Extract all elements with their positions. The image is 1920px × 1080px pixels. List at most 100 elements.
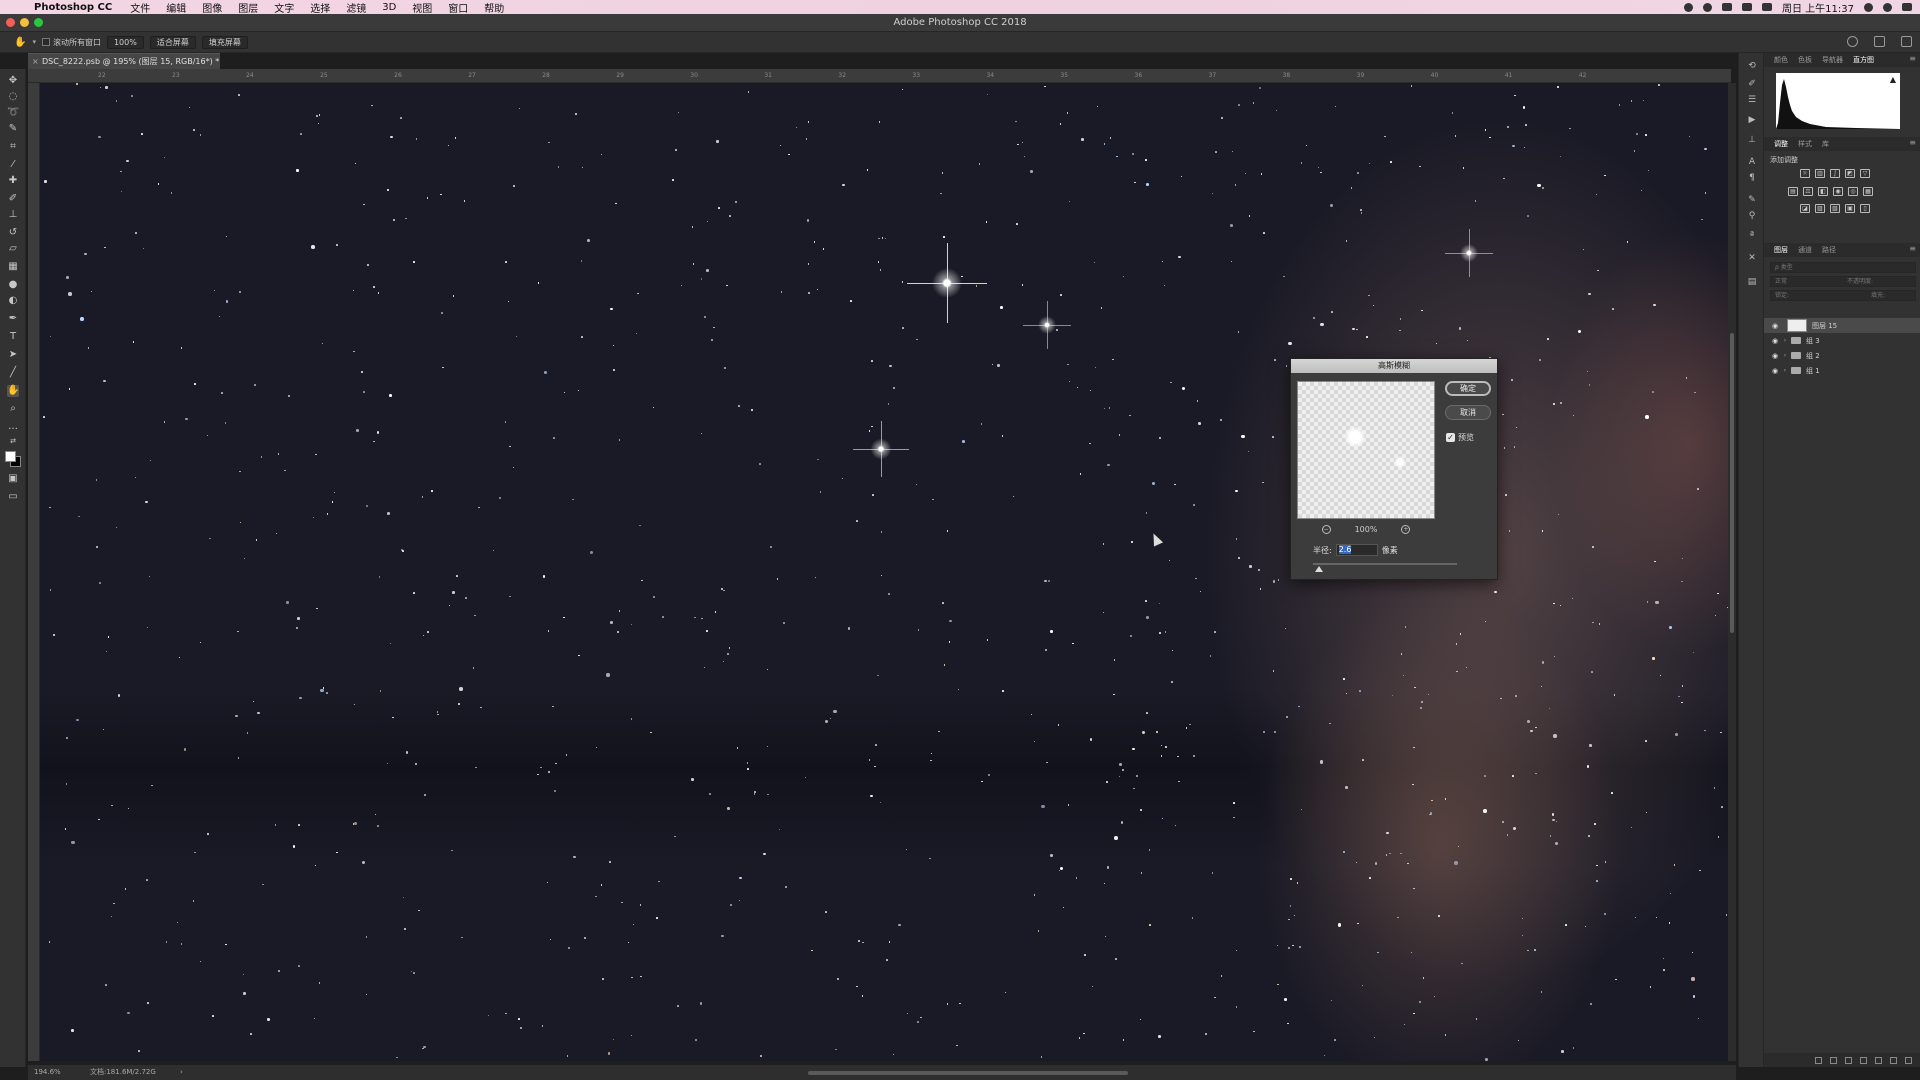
- warning-icon[interactable]: ▲: [1890, 75, 1896, 84]
- zoom-window-button[interactable]: [34, 18, 43, 27]
- paragraph-icon[interactable]: ¶: [1747, 173, 1757, 183]
- character-icon[interactable]: A: [1747, 157, 1757, 167]
- fill-label[interactable]: 填充:: [1871, 291, 1885, 300]
- document-tab[interactable]: × DSC_8222.psb @ 195% (图层 15, RGB/16*) *: [28, 53, 220, 69]
- layer-row[interactable]: ◉ 图层 15: [1764, 318, 1920, 333]
- clone-source-icon[interactable]: ⊥: [1747, 135, 1757, 145]
- layer-name[interactable]: 组 1: [1806, 366, 1820, 376]
- brush-settings-icon[interactable]: ✐: [1747, 79, 1757, 89]
- input-method-icon[interactable]: [1762, 3, 1772, 11]
- visibility-eye-icon[interactable]: ◉: [1769, 337, 1781, 345]
- pen-tool-icon[interactable]: ✒: [7, 313, 19, 325]
- photo-filter-icon[interactable]: ◉: [1833, 187, 1843, 196]
- chevron-right-icon[interactable]: ›: [1781, 352, 1789, 359]
- dodge-tool-icon[interactable]: ◐: [7, 295, 19, 307]
- record-icon[interactable]: [1684, 2, 1693, 12]
- ok-button[interactable]: 确定: [1445, 381, 1491, 396]
- more-tools-icon[interactable]: …: [7, 421, 19, 433]
- panel-menu-icon[interactable]: ≡: [1909, 138, 1916, 147]
- menubar-clock[interactable]: 周日 上午11:37: [1782, 0, 1854, 15]
- swap-colors-icon[interactable]: ⇄: [7, 435, 19, 447]
- gradient-tool-icon[interactable]: ▦: [7, 261, 19, 273]
- posterize-icon[interactable]: ▨: [1815, 204, 1825, 213]
- radius-slider-track[interactable]: [1313, 563, 1457, 565]
- siri-icon[interactable]: [1883, 2, 1892, 12]
- blur-tool-icon[interactable]: ●: [7, 279, 19, 291]
- tool-presets-icon[interactable]: ⚲: [1747, 211, 1757, 221]
- scrollbar-thumb[interactable]: [1730, 333, 1734, 633]
- path-select-tool-icon[interactable]: ➤: [7, 349, 19, 361]
- color-balance-icon[interactable]: ⚖: [1803, 187, 1813, 196]
- share-icon[interactable]: [1901, 36, 1912, 47]
- preset-dropdown-icon[interactable]: ▾: [32, 38, 36, 46]
- tab-swatches[interactable]: 色板: [1798, 55, 1812, 65]
- minimize-window-button[interactable]: [20, 18, 29, 27]
- battery-icon[interactable]: [1722, 3, 1732, 11]
- zoom-out-icon[interactable]: −: [1321, 525, 1331, 534]
- threshold-icon[interactable]: ▧: [1830, 204, 1840, 213]
- spotlight-icon[interactable]: [1864, 2, 1873, 12]
- layer-name[interactable]: 组 2: [1806, 351, 1820, 361]
- layer-name[interactable]: 组 3: [1806, 336, 1820, 346]
- hue-saturation-icon[interactable]: ▤: [1788, 187, 1798, 196]
- visibility-eye-icon[interactable]: ◉: [1769, 352, 1781, 360]
- new-adjustment-icon[interactable]: [1860, 1056, 1867, 1064]
- brushes-icon[interactable]: ✎: [1747, 195, 1757, 205]
- zoom-in-icon[interactable]: +: [1401, 525, 1411, 534]
- vertical-scrollbar[interactable]: [1728, 83, 1736, 1061]
- invert-icon[interactable]: ◪: [1800, 204, 1810, 213]
- tab-layers[interactable]: 图层: [1774, 245, 1788, 255]
- fill-screen-button[interactable]: 填充屏幕: [201, 35, 248, 49]
- workspace-icon[interactable]: [1874, 36, 1885, 47]
- exposure-icon[interactable]: ◩: [1845, 169, 1855, 178]
- lasso-tool-icon[interactable]: ➰: [7, 107, 19, 119]
- blur-preview[interactable]: [1297, 381, 1435, 519]
- tab-styles[interactable]: 样式: [1798, 139, 1812, 149]
- add-mask-icon[interactable]: [1845, 1056, 1852, 1064]
- layer-filter-type[interactable]: ρ 类型: [1775, 264, 1793, 271]
- screen-mode-icon[interactable]: ▭: [7, 491, 19, 503]
- history-icon[interactable]: ⟲: [1747, 61, 1757, 71]
- hand-tool-preset-icon[interactable]: ✋: [14, 37, 26, 48]
- move-tool-icon[interactable]: ✥: [7, 75, 19, 87]
- quick-mask-icon[interactable]: ▣: [7, 473, 19, 485]
- type-tool-icon[interactable]: T: [7, 331, 19, 343]
- fit-screen-button[interactable]: 适合屏幕: [149, 35, 196, 49]
- layer-thumbnail[interactable]: [1787, 319, 1807, 332]
- brush-tool-icon[interactable]: ✐: [7, 193, 19, 205]
- close-window-button[interactable]: [6, 18, 15, 27]
- notification-center-icon[interactable]: [1902, 3, 1912, 11]
- tab-channels[interactable]: 通道: [1798, 245, 1812, 255]
- menu-window[interactable]: 窗口: [448, 0, 468, 15]
- cancel-button[interactable]: 取消: [1445, 405, 1491, 420]
- new-layer-icon[interactable]: [1890, 1056, 1897, 1064]
- tab-libraries[interactable]: 库: [1822, 139, 1829, 149]
- radius-input[interactable]: 2.6: [1335, 544, 1378, 556]
- black-white-icon[interactable]: ◧: [1818, 187, 1828, 196]
- preview-checkbox-row[interactable]: ✓ 预览: [1446, 432, 1474, 443]
- app-menu[interactable]: Photoshop CC: [34, 2, 112, 13]
- hand-tool-icon[interactable]: ✋: [7, 385, 19, 397]
- menu-filter[interactable]: 滤镜: [346, 0, 366, 15]
- visibility-eye-icon[interactable]: ◉: [1769, 322, 1781, 330]
- libraries-icon[interactable]: ▤: [1747, 277, 1757, 287]
- actions-icon[interactable]: ▶: [1747, 115, 1757, 125]
- foreground-color-swatch[interactable]: [5, 451, 16, 462]
- color-lookup-icon[interactable]: ▦: [1863, 187, 1873, 196]
- layer-filter-bar[interactable]: ρ 类型: [1770, 262, 1916, 273]
- menu-help[interactable]: 帮助: [484, 0, 504, 15]
- menu-type[interactable]: 文字: [274, 0, 294, 15]
- curves-icon[interactable]: ∫: [1830, 169, 1840, 178]
- tab-paths[interactable]: 路径: [1822, 245, 1836, 255]
- eyedropper-tool-icon[interactable]: ⁄: [7, 159, 19, 171]
- layer-name[interactable]: 图层 15: [1812, 321, 1837, 331]
- chevron-right-icon[interactable]: ›: [1781, 367, 1789, 374]
- menu-edit[interactable]: 编辑: [166, 0, 186, 15]
- new-group-icon[interactable]: [1875, 1056, 1882, 1064]
- menu-file[interactable]: 文件: [130, 0, 150, 15]
- menu-view[interactable]: 视图: [412, 0, 432, 15]
- panel-menu-icon[interactable]: ≡: [1909, 244, 1916, 253]
- close-tab-icon[interactable]: ×: [32, 54, 39, 69]
- wifi-icon[interactable]: [1742, 3, 1752, 11]
- tab-histogram[interactable]: 直方图: [1853, 55, 1874, 65]
